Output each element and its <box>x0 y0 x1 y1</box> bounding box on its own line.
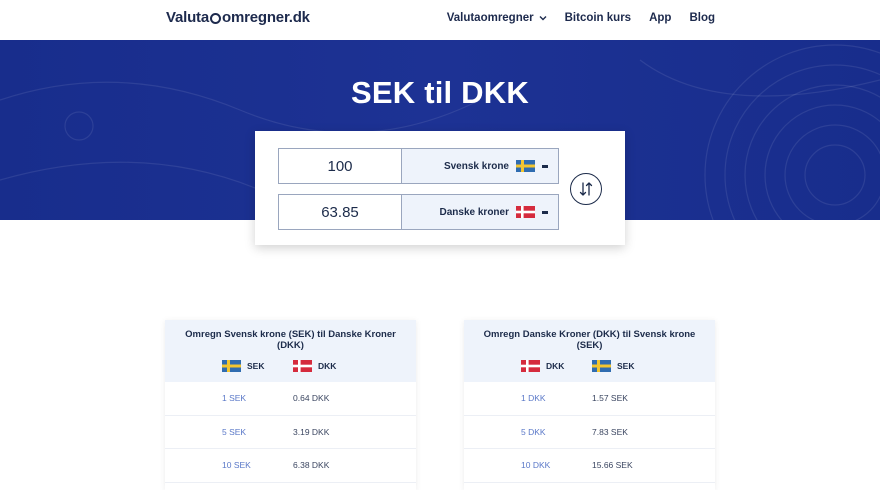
converted-value: 0.64 DKK <box>293 393 330 404</box>
sweden-flag-icon <box>516 160 535 172</box>
page-title: SEK til DKK <box>351 75 529 110</box>
swap-currencies-button[interactable] <box>570 173 602 205</box>
column-label: SEK <box>617 361 635 371</box>
from-currency-row: 100 Svensk krone <box>278 148 559 184</box>
chevron-down-icon <box>539 16 547 21</box>
converted-value: 1.57 SEK <box>592 393 628 404</box>
table-row: 10 SEK 6.38 DKK <box>165 449 416 483</box>
from-currency-select[interactable]: Svensk krone <box>402 149 558 183</box>
nav-label: Blog <box>689 12 715 24</box>
converted-value: 7.83 SEK <box>592 426 628 437</box>
swap-arrows-icon <box>579 182 593 196</box>
column-header-sek: SEK <box>165 360 293 372</box>
column-header-dkk: DKK <box>293 360 336 372</box>
nav-item-app[interactable]: App <box>649 12 671 24</box>
site-logo[interactable]: Valuta omregner.dk <box>166 9 310 26</box>
sweden-flag-icon <box>592 360 611 372</box>
column-headers: SEK DKK <box>165 360 416 372</box>
amount-link[interactable]: 5 SEK <box>165 427 293 437</box>
to-amount-input[interactable]: 63.85 <box>279 195 402 229</box>
nav-label: Valutaomregner <box>446 12 534 24</box>
to-currency-select[interactable]: Danske kroner <box>402 195 558 229</box>
column-header-dkk: DKK <box>464 360 592 372</box>
table-row: 10 DKK 15.66 SEK <box>464 449 715 483</box>
table-title: Omregn Danske Kroner (DKK) til Svensk kr… <box>483 329 696 351</box>
dropdown-caret-icon <box>542 210 548 214</box>
amount-link[interactable]: 1 SEK <box>165 393 293 403</box>
amount-link[interactable]: 5 DKK <box>464 427 592 437</box>
column-label: DKK <box>318 361 337 371</box>
column-headers: DKK SEK <box>464 360 715 372</box>
table-row: 1 DKK 1.57 SEK <box>464 382 715 416</box>
nav-item-bitcoin-kurs[interactable]: Bitcoin kurs <box>565 12 631 24</box>
main-nav: Valutaomregner Bitcoin kurs App Blog <box>447 12 715 24</box>
table-row: 5 DKK 7.83 SEK <box>464 416 715 449</box>
sweden-flag-icon <box>222 360 241 372</box>
top-navigation-bar: Valuta omregner.dk Valutaomregner Bitcoin… <box>0 0 880 40</box>
converted-value: 6.38 DKK <box>293 460 330 471</box>
nav-item-blog[interactable]: Blog <box>689 12 715 24</box>
from-amount-input[interactable]: 100 <box>279 149 402 183</box>
column-label: SEK <box>247 361 265 371</box>
nav-item-valutaomregner[interactable]: Valutaomregner <box>447 12 547 24</box>
amount-link[interactable]: 1 DKK <box>464 393 592 403</box>
dropdown-caret-icon <box>542 164 548 168</box>
converted-value: 3.19 DKK <box>293 426 330 437</box>
to-currency-label: Danske kroner <box>439 206 509 218</box>
table-row: 1 SEK 0.64 DKK <box>165 382 416 416</box>
converted-value: 15.66 SEK <box>592 460 633 471</box>
nav-label: Bitcoin kurs <box>564 12 632 24</box>
from-currency-label: Svensk krone <box>443 160 509 172</box>
dkk-to-sek-table: Omregn Danske Kroner (DKK) til Svensk kr… <box>464 320 715 490</box>
amount-link[interactable]: 10 DKK <box>464 460 592 470</box>
denmark-flag-icon <box>293 360 312 372</box>
column-label: DKK <box>546 361 565 371</box>
to-currency-row: 63.85 Danske kroner <box>278 194 559 230</box>
logo-ring-icon <box>210 13 221 24</box>
table-row: 5 SEK 3.19 DKK <box>165 416 416 449</box>
logo-text-left: Valuta <box>166 9 209 26</box>
denmark-flag-icon <box>516 206 535 218</box>
sek-to-dkk-table: Omregn Svensk krone (SEK) til Danske Kro… <box>165 320 416 490</box>
nav-label: App <box>649 12 672 24</box>
column-header-sek: SEK <box>592 360 634 372</box>
amount-link[interactable]: 10 SEK <box>165 460 293 470</box>
table-title: Omregn Svensk krone (SEK) til Danske Kro… <box>185 329 396 351</box>
table-header: Omregn Svensk krone (SEK) til Danske Kro… <box>165 320 416 382</box>
denmark-flag-icon <box>521 360 540 372</box>
currency-converter: 100 Svensk krone 63.85 Danske kroner <box>255 131 625 245</box>
table-header: Omregn Danske Kroner (DKK) til Svensk kr… <box>464 320 715 382</box>
logo-text-right: omregner.dk <box>222 9 310 26</box>
